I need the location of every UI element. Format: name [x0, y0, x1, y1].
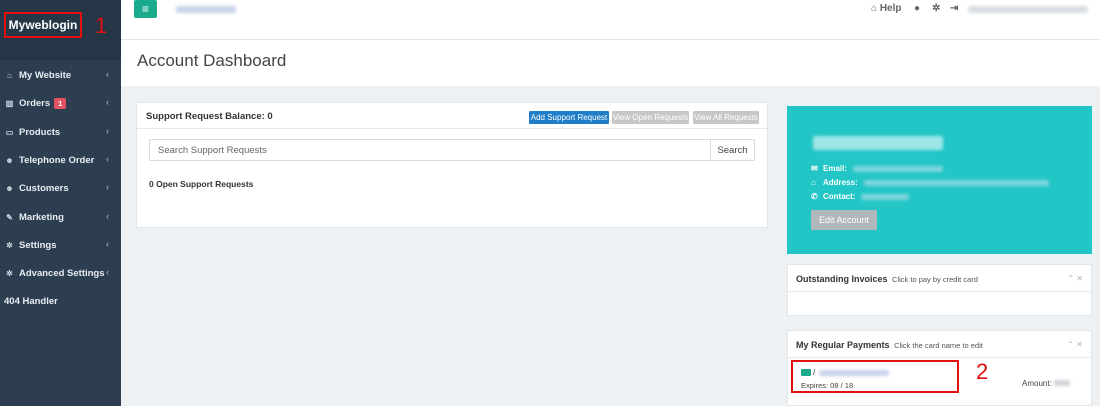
users-icon: ☻ [5, 155, 14, 165]
search-button[interactable]: Search [711, 140, 754, 160]
home-icon: ⌂ [811, 178, 816, 187]
sidebar-item-label: My Website [19, 69, 72, 81]
support-search-group: Search [149, 139, 755, 161]
credit-card-entry[interactable]: / Expires: 08 / 18 [791, 360, 959, 393]
chevron-left-icon: ‹ [106, 126, 109, 136]
view-all-requests-button[interactable]: View All Requests [693, 111, 759, 124]
help-label: Help [879, 3, 902, 14]
outstanding-invoices-panel: Outstanding Invoices Click to pay by cre… [787, 264, 1092, 316]
add-support-request-button[interactable]: Add Support Request [529, 111, 609, 124]
amount-label: Amount: [1022, 379, 1055, 388]
view-open-requests-button[interactable]: View Open Requests [612, 111, 689, 124]
logout-icon[interactable]: ⇥ [950, 3, 958, 14]
chevron-left-icon: ‹ [106, 267, 109, 277]
collapse-close-controls[interactable]: ⌃ ✕ [1067, 340, 1083, 349]
sidebar-item-label: 404 Handler [4, 295, 58, 307]
sidebar-item-orders[interactable]: ▥ Orders 1 ‹ [0, 89, 121, 117]
support-panel-header: Support Request Balance: 0 Add Support R… [137, 103, 767, 129]
sidebar-item-my-website[interactable]: ⌂ My Website ‹ [0, 61, 121, 89]
sidebar: Myweblogin 1 ⌂ My Website ‹ ▥ Orders 1 ‹… [0, 0, 121, 406]
email-label: Email: [823, 164, 848, 173]
sidebar-item-404-handler[interactable]: 404 Handler [0, 287, 121, 315]
support-requests-panel: Support Request Balance: 0 Add Support R… [136, 102, 768, 228]
sidebar-item-products[interactable]: ▭ Products ‹ [0, 118, 121, 146]
sidebar-item-settings[interactable]: ✲ Settings ‹ [0, 231, 121, 259]
chevron-left-icon: ‹ [106, 239, 109, 249]
card-name-redacted[interactable] [819, 369, 890, 376]
account-name-redacted [813, 136, 943, 150]
support-balance-label: Support Request Balance: 0 [146, 111, 273, 122]
sidebar-item-label: Orders [19, 97, 51, 109]
brand-area: Myweblogin 1 [0, 0, 121, 60]
page-title: Account Dashboard [137, 51, 287, 70]
gear-icon: ✲ [6, 240, 13, 250]
chevron-left-icon: ‹ [106, 211, 109, 221]
sidebar-item-customers[interactable]: ☻ Customers ‹ [0, 174, 121, 202]
email-value-redacted [853, 165, 944, 172]
amount-value-redacted [1054, 380, 1071, 386]
top-bar: ≡ ⌂ Help ● ✲ ⇥ [121, 0, 1100, 40]
payments-title: My Regular Payments Click the card name … [796, 340, 983, 350]
bar-chart-icon: ▥ [5, 98, 14, 108]
payments-title-text: My Regular Payments [796, 340, 890, 350]
payments-hint: Click the card name to edit [894, 341, 983, 350]
chevron-left-icon: ‹ [106, 182, 109, 192]
invoices-title: Outstanding Invoices Click to pay by cre… [796, 274, 978, 284]
envelope-icon: ✉ [811, 164, 818, 173]
profile-address-row: ⌂ Address: [811, 178, 1049, 187]
gears-icon: ✲ [6, 268, 13, 278]
invoices-header: Outstanding Invoices Click to pay by cre… [788, 265, 1091, 292]
sidebar-item-label: Advanced Settings [19, 267, 105, 279]
sidebar-item-marketing[interactable]: ✎ Marketing ‹ [0, 203, 121, 231]
support-search-input[interactable] [150, 140, 711, 160]
edit-account-button[interactable]: Edit Account [811, 210, 877, 230]
sidebar-item-label: Products [19, 126, 61, 138]
phone-icon: ✆ [811, 192, 818, 201]
payment-amount: Amount: [1022, 379, 1071, 388]
help-icon: ⌂ [871, 3, 878, 14]
card-slash: / [813, 368, 816, 377]
sidebar-item-label: Marketing [19, 211, 64, 223]
sidebar-item-telephone-order[interactable]: ☻ Telephone Order ‹ [0, 146, 121, 174]
address-value-redacted [863, 179, 1049, 186]
gear-icon[interactable]: ✲ [932, 3, 940, 14]
menu-toggle-button[interactable]: ≡ [134, 0, 157, 18]
open-requests-count: 0 Open Support Requests [149, 179, 254, 189]
annotation-marker-2: 2 [976, 359, 989, 384]
sidebar-item-advanced-settings[interactable]: ✲ Advanced Settings ‹ [0, 259, 121, 287]
monitor-icon: ▭ [5, 127, 14, 137]
contact-label: Contact: [823, 192, 856, 201]
payments-header: My Regular Payments Click the card name … [788, 331, 1091, 358]
profile-contact-row: ✆ Contact: [811, 192, 910, 201]
user-icon[interactable]: ● [914, 3, 920, 14]
sidebar-item-label: Customers [19, 182, 69, 194]
address-label: Address: [823, 178, 858, 187]
account-profile-card: ✉ Email: ⌂ Address: ✆ Contact: Edit Acco… [787, 106, 1092, 254]
regular-payments-panel: My Regular Payments Click the card name … [787, 330, 1092, 406]
collapse-close-controls[interactable]: ⌃ ✕ [1067, 274, 1083, 283]
site-name-redacted[interactable] [176, 6, 236, 13]
invoices-title-text: Outstanding Invoices [796, 274, 888, 284]
users-icon: ☻ [5, 183, 14, 193]
contact-value-redacted [861, 193, 910, 200]
invoices-hint: Click to pay by credit card [892, 275, 978, 284]
sidebar-item-label: Telephone Order [19, 154, 95, 166]
help-link[interactable]: ⌂ Help [871, 3, 902, 14]
annotation-marker-1: 1 [95, 13, 108, 38]
orders-count-badge: 1 [54, 97, 67, 109]
logged-in-user-redacted [968, 6, 1088, 13]
chevron-left-icon: ‹ [106, 154, 109, 164]
chevron-left-icon: ‹ [106, 97, 109, 107]
card-expires: Expires: 08 / 18 [801, 381, 854, 390]
wrench-icon: ✎ [6, 212, 13, 222]
credit-card-name-line[interactable]: / [801, 368, 890, 377]
credit-card-icon [801, 369, 811, 376]
sidebar-item-label: Settings [19, 239, 57, 251]
brand-logo[interactable]: Myweblogin [4, 12, 82, 38]
chevron-left-icon: ‹ [106, 69, 109, 79]
home-icon: ⌂ [7, 70, 12, 80]
profile-email-row: ✉ Email: [811, 164, 944, 173]
